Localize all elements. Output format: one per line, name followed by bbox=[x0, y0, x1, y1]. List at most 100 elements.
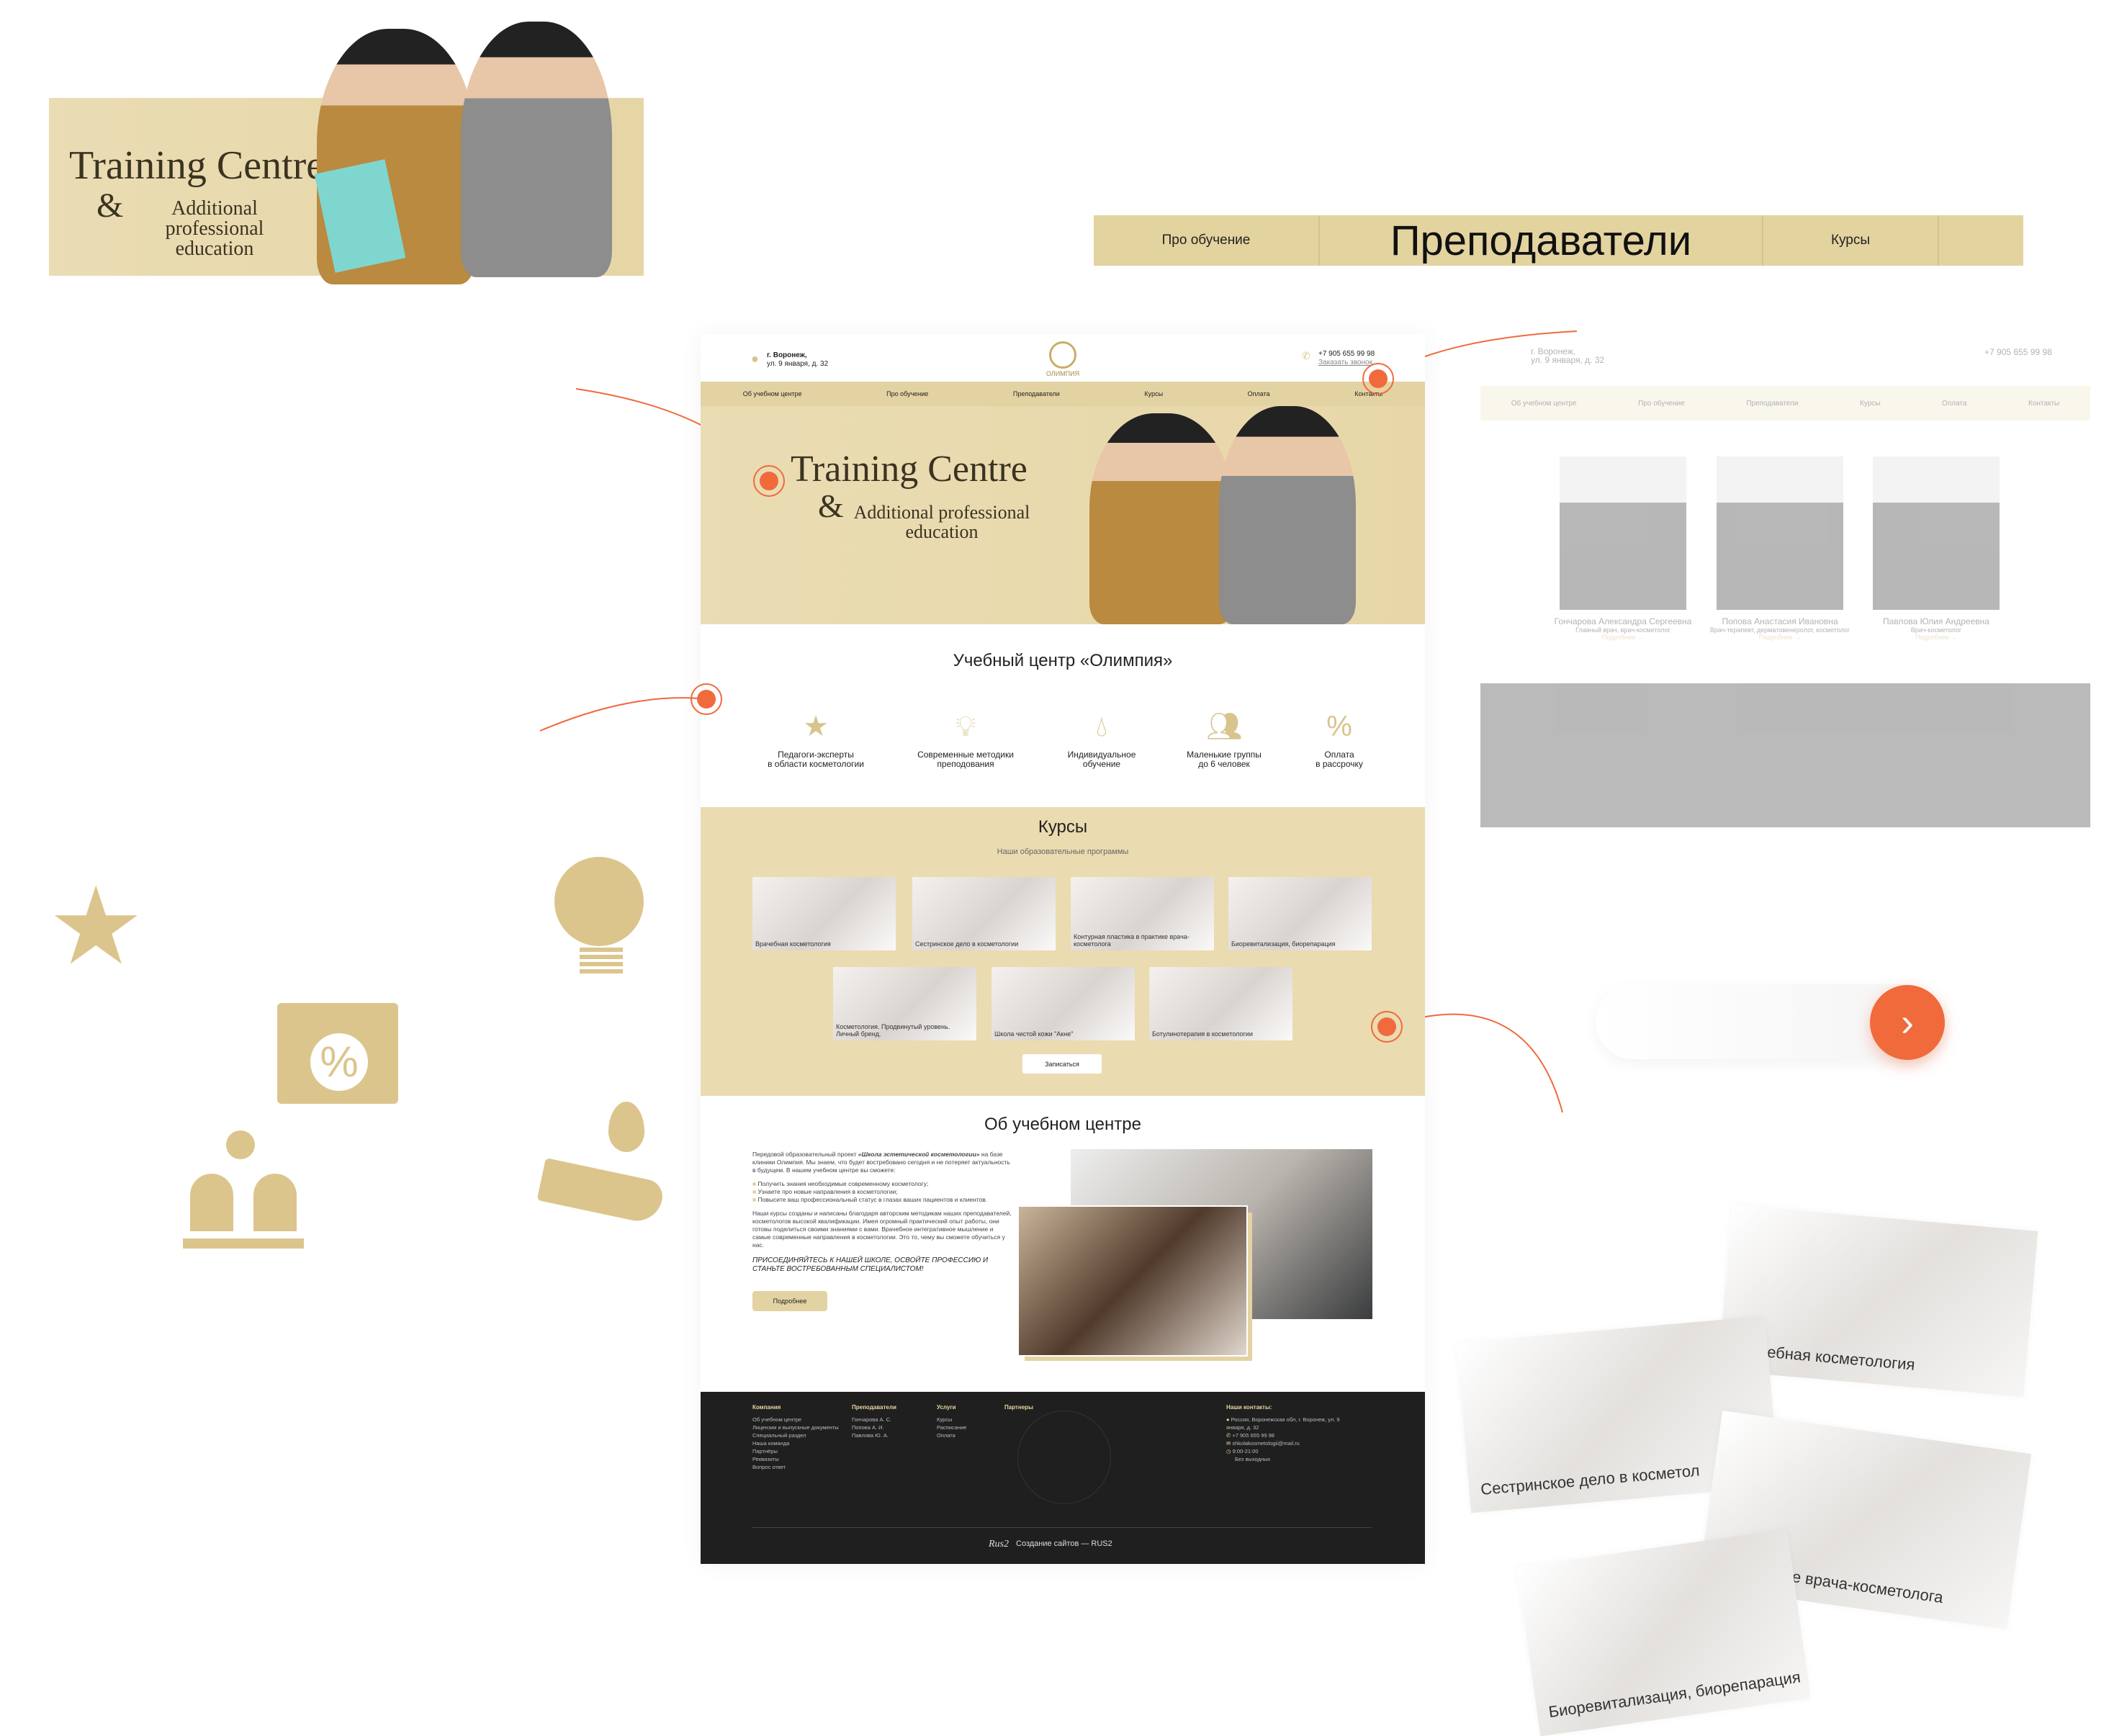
footer-link[interactable]: Вопрос ответ bbox=[752, 1463, 839, 1471]
footer-link[interactable]: Наша команда bbox=[752, 1439, 839, 1447]
course-card[interactable]: Биоревитализация, биорепарация bbox=[1228, 877, 1372, 950]
feature-small-groups: 👥︎ Маленькие группы до 6 человек bbox=[1163, 709, 1285, 769]
teacher-more-link[interactable]: Подробнее → bbox=[1695, 634, 1865, 641]
footer-partners: Партнеры bbox=[1004, 1403, 1033, 1416]
menu-training[interactable]: Про обучение bbox=[886, 390, 928, 397]
course-card[interactable]: Школа чистой кожи "Акне" bbox=[991, 967, 1135, 1040]
about-bullet-text: Повысите ваш профессиональный статус в г… bbox=[757, 1196, 988, 1203]
footer-services: Услуги Курсы Расписание Оплата bbox=[937, 1403, 966, 1439]
menu-item: Преподаватели bbox=[1746, 399, 1799, 408]
footer-credit[interactable]: Rus2 Создание сайтов — RUS2 bbox=[989, 1539, 1112, 1550]
about-paragraph-2: Наши курсы созданы и написаны благодаря … bbox=[752, 1210, 1012, 1249]
teacher-info: Гончарова Александра Сергеевна Главный вр… bbox=[1538, 616, 1708, 641]
hero-student-2 bbox=[1219, 406, 1356, 624]
hero-title: Training Centre bbox=[791, 449, 1027, 490]
course-card[interactable]: Ботулинотерапия в косметологии bbox=[1149, 967, 1292, 1040]
lightbulb-icon bbox=[554, 857, 648, 979]
footer-link[interactable]: Расписание bbox=[937, 1424, 966, 1431]
about-bullet-text: Получить знания необходимые современному… bbox=[757, 1180, 929, 1187]
course-card[interactable]: Контурная пластика в практике врача-косм… bbox=[1071, 877, 1214, 950]
teacher-name: Гончарова Александра Сергеевна bbox=[1554, 616, 1692, 626]
footer-teachers: Преподаватели Гончарова А. С. Попова А. И… bbox=[852, 1403, 896, 1439]
footer-link[interactable]: Павлова Ю. А. bbox=[852, 1431, 896, 1439]
footer-link[interactable]: Оплата bbox=[937, 1431, 966, 1439]
header-phone[interactable]: +7 905 655 99 98 bbox=[1318, 350, 1375, 359]
faded-address: г. Воронеж, ул. 9 января, д. 32 bbox=[1531, 347, 1604, 364]
footer-credit-text: Создание сайтов — RUS2 bbox=[1016, 1539, 1112, 1548]
more-button[interactable]: Подробнее bbox=[752, 1291, 827, 1311]
feature-individual: 💧︎ Индивидуальное обучение bbox=[1040, 709, 1163, 769]
menu-about[interactable]: Об учебном центре bbox=[743, 390, 802, 397]
lightbulb-icon: 💡︎ bbox=[955, 711, 976, 742]
footer-link[interactable]: Партнёры bbox=[752, 1447, 839, 1455]
footer-heading: Партнеры bbox=[1004, 1404, 1033, 1411]
course-card-label: Биоревитализация, биорепарация bbox=[1231, 940, 1336, 948]
enroll-button[interactable]: Записаться bbox=[1022, 1054, 1102, 1074]
section-title: Учебный центр «Олимпия» bbox=[953, 651, 1173, 670]
menu-item: Контакты bbox=[2028, 399, 2060, 408]
course-card[interactable]: Сестринское дело в косметологии bbox=[912, 877, 1056, 950]
teacher-role: Главный врач, врач-косметолог bbox=[1575, 626, 1670, 634]
teacher-photo bbox=[1717, 457, 1843, 610]
footer-link[interactable]: Об учебном центре bbox=[752, 1416, 839, 1424]
about-title: Об учебном центре bbox=[984, 1115, 1141, 1134]
footer-link[interactable]: Курсы bbox=[937, 1416, 966, 1424]
about-bullet: ■ Повысите ваш профессиональный статус в… bbox=[752, 1196, 988, 1203]
hand-drop-icon bbox=[536, 1102, 666, 1226]
about-cta: ПРИСОЕДИНЯЙТЕСЬ К НАШЕЙ ШКОЛЕ, ОСВОЙТЕ П… bbox=[752, 1256, 989, 1273]
next-arrow-button[interactable]: › bbox=[1870, 985, 1945, 1060]
footer-address: ● Россия, Воронежская обл, г. Воронеж, у… bbox=[1226, 1416, 1356, 1431]
footer-heading: Услуги bbox=[937, 1404, 956, 1411]
callout-marker bbox=[1371, 1011, 1403, 1043]
teacher-name: Павлова Юлия Андреевна bbox=[1883, 616, 1989, 626]
footer-divider bbox=[752, 1527, 1372, 1528]
footer-heading: Преподаватели bbox=[852, 1404, 896, 1411]
teacher-more-link[interactable]: Подробнее → bbox=[1851, 634, 2021, 641]
footer-heading: Компания bbox=[752, 1404, 781, 1411]
menu-teachers[interactable]: Преподаватели bbox=[1013, 390, 1060, 397]
feature-experts: ★ Педагоги-эксперты в области косметологии bbox=[755, 709, 877, 769]
teachers-page-preview: г. Воронеж, ул. 9 января, д. 32 +7 905 65… bbox=[1480, 334, 2090, 827]
teacher-info: Попова Анастасия Ивановна Врач-терапевт, … bbox=[1695, 616, 1865, 641]
footer-contacts: Наши контакты: ● Россия, Воронежская обл… bbox=[1226, 1403, 1356, 1463]
rus2-logo: Rus2 bbox=[989, 1539, 1009, 1550]
experts-stars-icon: ★ bbox=[803, 711, 829, 742]
course-card-label: Косметология. Продвинутый уровень. Личны… bbox=[836, 1023, 950, 1038]
footer-email-text[interactable]: shkolakosmetologii@mail.ru bbox=[1232, 1440, 1299, 1447]
footer-phone[interactable]: ✆ +7 905 655 99 98 bbox=[1226, 1431, 1356, 1439]
teacher-info: Павлова Юлия Андреевна Врач-косметолог Под… bbox=[1851, 616, 2021, 641]
footer-email[interactable]: ✉ shkolakosmetologii@mail.ru bbox=[1226, 1439, 1356, 1447]
teacher-role: Врач-терапевт, дерматовенеролог, космето… bbox=[1709, 626, 1851, 634]
homepage-mockup: ● г. Воронеж, ул. 9 января, д. 32 ОЛИМПИЯ… bbox=[701, 334, 1425, 1564]
menu-payment[interactable]: Оплата bbox=[1248, 390, 1270, 397]
course-card-label: Сестринское дело в косметологии bbox=[915, 940, 1019, 948]
footer-link[interactable]: Лицензии и выпускные документы bbox=[752, 1424, 839, 1431]
footer-phone-text[interactable]: +7 905 655 99 98 bbox=[1232, 1432, 1274, 1439]
course-card-label: Врачебная косметология bbox=[755, 940, 831, 948]
hero-section: Training Centre & Additional professiona… bbox=[701, 406, 1425, 624]
footer-link[interactable]: Специальный раздел bbox=[752, 1431, 839, 1439]
hero-subtitle-2: education bbox=[905, 521, 979, 542]
clock-icon: ◷ bbox=[1226, 1448, 1233, 1454]
footer-link[interactable]: Гончарова А. С. bbox=[852, 1416, 896, 1424]
feature-text: в рассрочку bbox=[1316, 759, 1363, 769]
feature-text: в области косметологии bbox=[768, 759, 864, 769]
footer-link[interactable]: Реквизиты bbox=[752, 1455, 839, 1463]
teacher-photo bbox=[1560, 457, 1686, 610]
course-card[interactable]: Врачебная косметология bbox=[752, 877, 896, 950]
about-paragraph-1: Передовой образовательный проект «Школа … bbox=[752, 1151, 1012, 1174]
footer-hours-text: 9:00-21:00 bbox=[1232, 1448, 1259, 1454]
teacher-more-link[interactable]: Подробнее → bbox=[1538, 634, 1708, 641]
courses-section: Курсы Наши образовательные программы Вра… bbox=[701, 807, 1425, 1096]
calendar-percent-icon: % bbox=[277, 983, 398, 1104]
course-card[interactable]: Косметология. Продвинутый уровень. Личны… bbox=[833, 967, 976, 1040]
hero-subtitle: Additional professional education bbox=[845, 503, 1039, 541]
logo-emblem-icon[interactable] bbox=[1049, 341, 1076, 369]
teacher-name: Попова Анастасия Ивановна bbox=[1722, 616, 1838, 626]
callout-marker bbox=[753, 465, 785, 497]
logo-text[interactable]: ОЛИМПИЯ bbox=[1032, 370, 1094, 377]
footer-link[interactable]: Попова А. И. bbox=[852, 1424, 896, 1431]
menu-item: Оплата bbox=[1942, 399, 1967, 408]
callback-link[interactable]: Заказать звонок bbox=[1318, 359, 1375, 367]
menu-courses[interactable]: Курсы bbox=[1144, 390, 1163, 397]
